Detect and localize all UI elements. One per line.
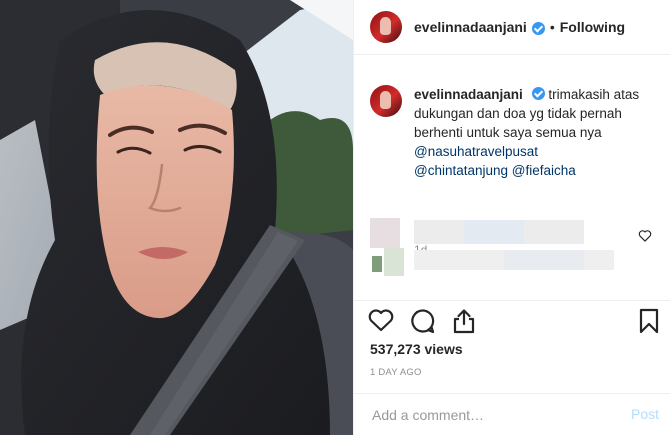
add-comment-bar: Post bbox=[354, 393, 670, 435]
avatar[interactable] bbox=[370, 11, 402, 43]
caption-avatar[interactable] bbox=[370, 85, 402, 117]
post-header: evelinnadaanjani • Following bbox=[354, 0, 670, 55]
post-video[interactable] bbox=[0, 0, 353, 435]
bookmark-icon[interactable] bbox=[639, 308, 659, 334]
post-comment-button[interactable]: Post bbox=[631, 406, 659, 422]
comment-like-heart-icon[interactable] bbox=[638, 229, 652, 242]
post-sidebar: evelinnadaanjani • Following evelinnadaa… bbox=[353, 0, 670, 435]
video-frame-illustration bbox=[0, 0, 353, 435]
share-icon[interactable] bbox=[452, 308, 476, 334]
header-username[interactable]: evelinnadaanjani bbox=[414, 19, 527, 35]
post-age[interactable]: 1 DAY AGO bbox=[370, 367, 422, 378]
blurred-comment bbox=[354, 208, 670, 288]
comment-input[interactable] bbox=[370, 405, 604, 424]
caption-username[interactable]: evelinnadaanjani bbox=[414, 87, 523, 102]
following-button[interactable]: Following bbox=[560, 19, 625, 35]
instagram-post: evelinnadaanjani • Following evelinnadaa… bbox=[0, 0, 670, 435]
view-count[interactable]: 537,273 views bbox=[370, 341, 463, 357]
caption-verified-badge-icon bbox=[531, 87, 545, 100]
action-bar bbox=[354, 300, 670, 342]
caption-text: evelinnadaanjani trimakasih atas dukunga… bbox=[414, 85, 655, 180]
verified-badge-icon bbox=[531, 21, 545, 35]
comment-bubble-icon[interactable] bbox=[410, 308, 436, 334]
caption: evelinnadaanjani trimakasih atas dukunga… bbox=[370, 85, 655, 180]
mention-nasuhatravelpusat[interactable]: @nasuhatravelpusat bbox=[414, 142, 655, 161]
header-separator: • bbox=[549, 19, 555, 35]
mention-chintatanjung[interactable]: @chintatanjung bbox=[414, 163, 508, 178]
mention-fiefaicha[interactable]: @fiefaicha bbox=[512, 163, 576, 178]
heart-icon[interactable] bbox=[368, 308, 394, 332]
